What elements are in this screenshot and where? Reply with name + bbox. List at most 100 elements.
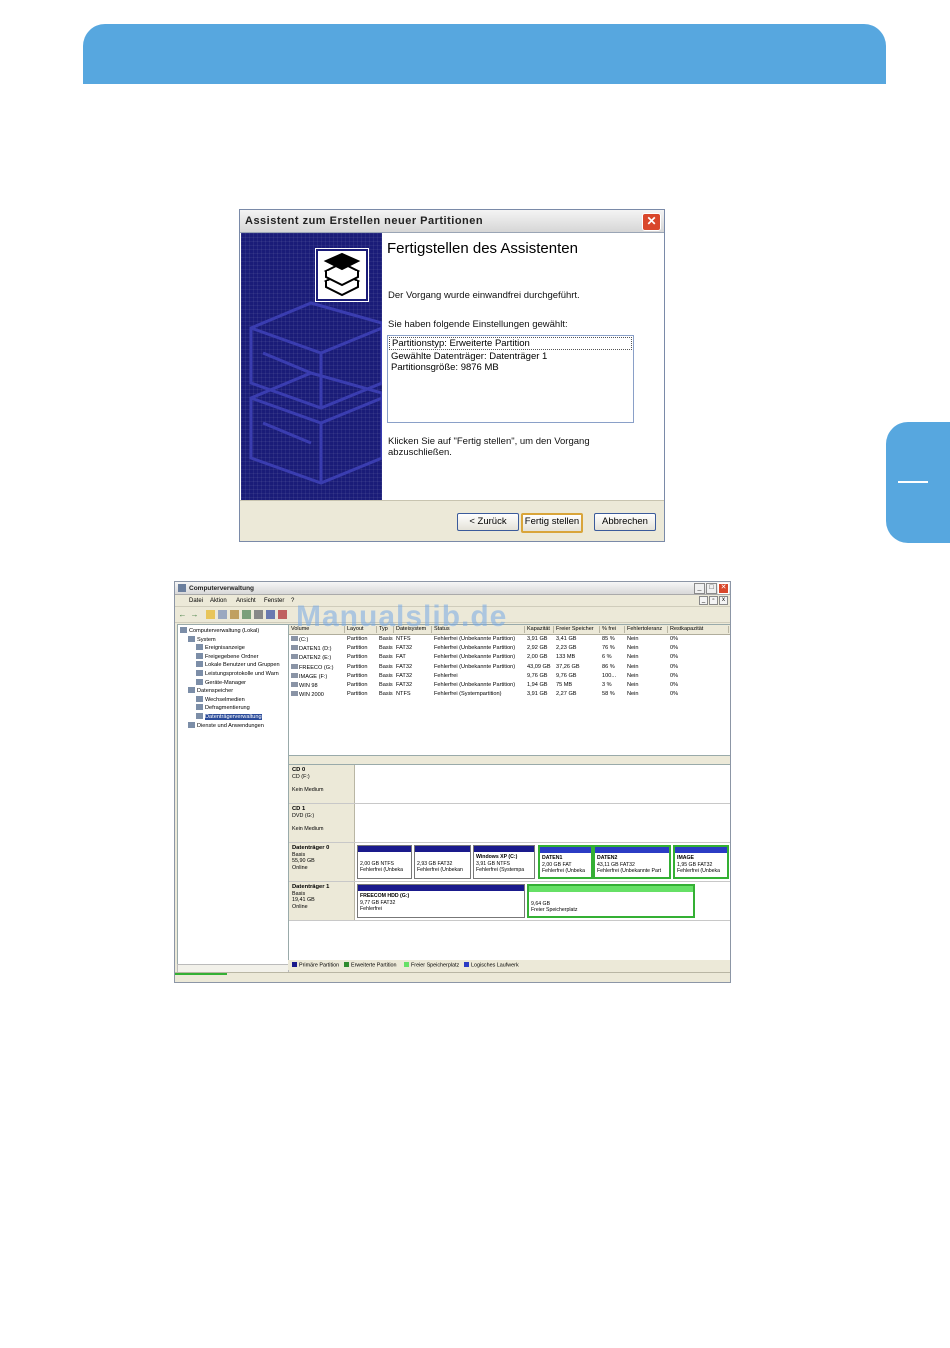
back-button[interactable]: < Zurück <box>457 513 519 531</box>
disk-label: Datenträger 1 Basis 19,41 GB Online <box>289 882 355 920</box>
partition-status: Fehlerfrei <box>360 906 382 912</box>
tree-item[interactable]: Defragmentierung <box>196 704 250 712</box>
table-cell: DATEN2 (E:) <box>291 654 331 661</box>
tree-item[interactable]: Wechselmedien <box>196 695 245 704</box>
table-row[interactable]: DATEN1 (D:) Partition Basis FAT32 Fehlerfrei… <box>289 644 730 653</box>
table-cell: Fehlerfrei (Unbekannte Partition) <box>434 636 516 642</box>
partition-box[interactable]: DATEN1 2,00 GB FAT Fehlerfrei (Unbeka <box>538 845 593 879</box>
column-header[interactable]: Kapazität <box>527 626 554 633</box>
cm-titlebar[interactable]: Computerverwaltung _ □ ✕ <box>175 582 730 595</box>
tree-item[interactable]: Datenspeicher <box>188 687 233 695</box>
table-cell: Fehlerfrei (Unbekannte Partition) <box>434 645 516 652</box>
table-cell: FAT <box>396 654 406 661</box>
table-cell: FREECO (G:) <box>291 663 334 671</box>
volume-list[interactable]: Volume Layout Typ Dateisystem Status Kapazitä… <box>288 624 730 756</box>
table-cell: 0% <box>670 654 679 661</box>
tree-item[interactable]: Lokale Benutzer und Gruppen <box>196 661 280 669</box>
close-icon[interactable]: ✕ <box>642 213 661 231</box>
partition-box[interactable]: IMAGE 1,95 GB FAT32 Fehlerfrei (Unbeka <box>673 845 729 879</box>
table-row[interactable]: IMAGE (F:) Partition Basis FAT32 Fehlerfrei 9… <box>289 672 730 681</box>
disk-row-disk1[interactable]: Datenträger 1 Basis 19,41 GB Online FREE… <box>289 882 730 921</box>
maximize-icon[interactable]: □ <box>706 583 717 594</box>
settings-item[interactable]: Partitionstyp: Erweiterte Partition <box>389 337 632 350</box>
cancel-button[interactable]: Abbrechen <box>594 513 656 531</box>
menu-aktion[interactable]: Aktion <box>210 598 227 604</box>
tree-item[interactable]: Ereignisanzeige <box>196 644 245 652</box>
menu-help[interactable]: ? <box>291 598 294 604</box>
minimize-icon[interactable]: _ <box>694 583 705 594</box>
volume-icon <box>291 682 298 687</box>
table-row[interactable]: WIN 98 Partition Basis FAT32 Fehlerfrei (Unb… <box>289 681 730 690</box>
close-icon[interactable]: ✕ <box>718 583 729 594</box>
disk-row-cd0[interactable]: CD 0 CD (F:) Kein Medium <box>289 765 730 804</box>
help-icon[interactable] <box>266 610 275 619</box>
column-header[interactable]: Restkapazität <box>670 626 729 633</box>
table-row[interactable]: (C:) Partition Basis NTFS Fehlerfrei (Unbeka… <box>289 635 730 644</box>
tree-item[interactable]: Dienste und Anwendungen <box>188 721 264 730</box>
forward-arrow-icon[interactable]: → <box>190 610 199 619</box>
wizard-side-art <box>241 233 382 502</box>
partition-color-bar <box>358 846 411 852</box>
tree-item[interactable]: Computerverwaltung (Lokal) <box>180 627 259 635</box>
tree-item-label: Datenträgerverwaltung <box>205 714 262 720</box>
table-cell: NTFS <box>396 691 411 698</box>
finish-button[interactable]: Fertig stellen <box>521 513 583 533</box>
column-header[interactable]: Freier Speicher <box>556 626 600 633</box>
properties-icon[interactable] <box>230 610 239 619</box>
table-cell: 133 MB <box>556 654 576 661</box>
export-icon[interactable] <box>242 610 251 619</box>
table-cell: 3 % <box>602 682 612 688</box>
folder-up-icon[interactable] <box>206 610 215 619</box>
table-cell: Nein <box>627 672 639 679</box>
back-arrow-icon[interactable]: ← <box>178 610 187 619</box>
table-cell: Fehlerfrei (Unbekannte Partition) <box>434 654 516 661</box>
table-cell: 9,76 GB <box>527 672 548 679</box>
tree-item[interactable]: System <box>188 635 216 644</box>
disk-row-cd1[interactable]: CD 1 DVD (G:) Kein Medium <box>289 804 730 843</box>
disk-state: Online <box>292 903 308 910</box>
console-tree-icon[interactable] <box>218 610 227 619</box>
menu-fenster[interactable]: Fenster <box>264 598 284 604</box>
tree-item[interactable]: Geräte-Manager <box>196 678 246 687</box>
settings-item[interactable]: Partitionsgröße: 9876 MB <box>388 362 633 373</box>
tree-item[interactable]: Freigegebene Ordner <box>196 652 259 661</box>
partition-box[interactable]: 9,64 GB Freier Speicherplatz <box>527 884 695 918</box>
mdi-minimize-icon[interactable]: _ <box>699 596 708 605</box>
disk-row-disk0[interactable]: Datenträger 0 Basis 55,90 GB Online 2,00… <box>289 843 730 882</box>
settings-listbox[interactable]: Partitionstyp: Erweiterte Partition Gewä… <box>387 335 634 423</box>
table-cell: Nein <box>627 645 639 652</box>
legend-swatch <box>344 962 349 967</box>
mdi-close-icon[interactable]: x <box>719 596 728 605</box>
partition-box[interactable]: Windows XP (C:) 3,91 GB NTFS Fehlerfrei (S… <box>473 845 535 879</box>
drive-state: Kein Medium <box>292 786 324 793</box>
tree-node-icon <box>196 652 203 659</box>
console-tree[interactable]: Computerverwaltung (Lokal) System Ereignis… <box>177 624 289 966</box>
partition-box[interactable]: 2,93 GB FAT32 Fehlerfrei (Unbekan <box>414 845 471 879</box>
disk-graphical-view[interactable]: CD 0 CD (F:) Kein Medium CD 1 DVD (G:) K… <box>288 764 730 962</box>
wizard-finish-hint: Klicken Sie auf "Fertig stellen", um den… <box>388 436 590 447</box>
column-header[interactable]: % frei <box>602 626 625 633</box>
wizard-heading: Fertigstellen des Assistenten <box>387 240 578 257</box>
refresh-icon[interactable] <box>278 610 287 619</box>
table-cell: FAT32 <box>396 663 413 670</box>
menu-datei[interactable]: Datei <box>189 598 203 604</box>
partition-box[interactable]: FREECOM HDD (G:) 9,77 GB FAT32 Fehlerfrei <box>357 884 525 918</box>
table-row[interactable]: FREECO (G:) Partition Basis FAT32 Fehlerfrei… <box>289 663 730 672</box>
tree-item[interactable]: Datenträgerverwaltung <box>196 713 262 721</box>
print-icon[interactable] <box>254 610 263 619</box>
partition-box[interactable]: DATEN2 43,11 GB FAT32 Fehlerfrei (Unbekann… <box>593 845 671 879</box>
settings-item[interactable]: Gewählte Datenträger: Datenträger 1 <box>388 351 633 362</box>
mdi-restore-icon[interactable]: ▫ <box>709 596 718 605</box>
partition-box[interactable]: 2,00 GB NTFS Fehlerfrei (Unbeka <box>357 845 412 879</box>
table-cell: Nein <box>627 636 639 642</box>
table-cell: 0% <box>670 645 679 652</box>
partition-status: Fehlerfrei (Unbekan <box>417 867 463 873</box>
table-row[interactable]: DATEN2 (E:) Partition Basis FAT Fehlerfrei (… <box>289 653 730 662</box>
menu-ansicht[interactable]: Ansicht <box>236 598 256 604</box>
tree-item[interactable]: Leistungsprotokolle und Warn <box>196 670 279 678</box>
table-row[interactable]: WIN 2000 Partition Basis NTFS Fehlerfrei (Sy… <box>289 690 730 699</box>
table-cell: 2,27 GB <box>556 691 577 698</box>
table-cell: 2,00 GB <box>527 654 548 661</box>
column-header[interactable]: Fehlertoleranz <box>627 626 668 633</box>
dialog-titlebar[interactable]: Assistent zum Erstellen neuer Partitione… <box>240 210 664 233</box>
